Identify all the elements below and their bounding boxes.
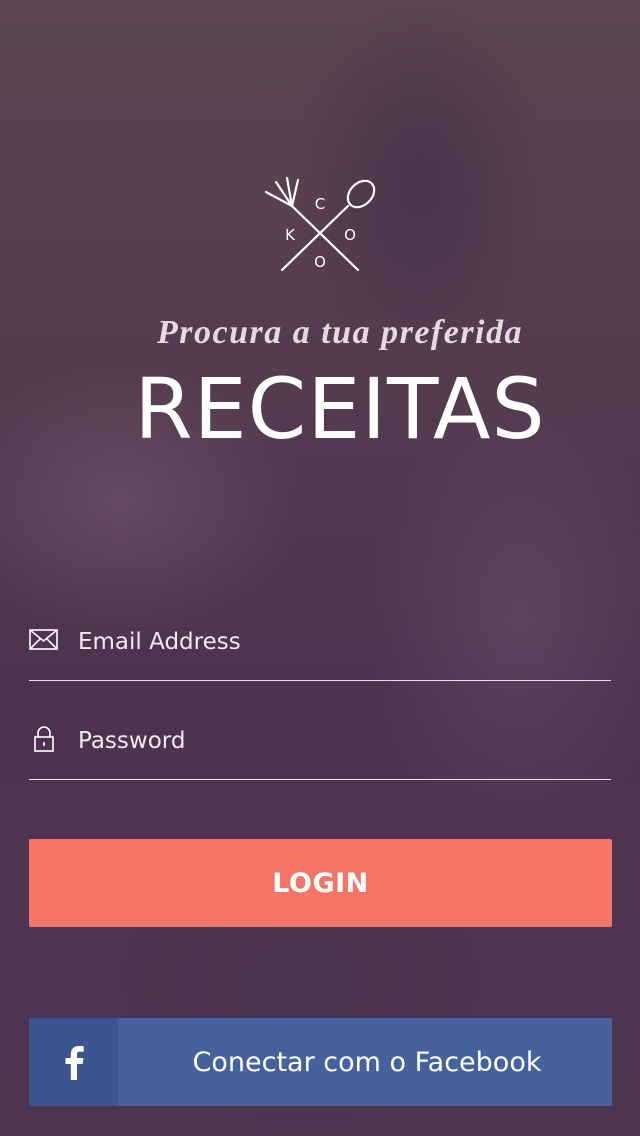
- lock-icon: [29, 725, 59, 753]
- password-field: [29, 681, 611, 780]
- email-field: [29, 582, 611, 681]
- logo-letter-c: C: [315, 195, 325, 213]
- background-image: [0, 0, 640, 1136]
- logo-letter-o-bottom: O: [314, 253, 326, 271]
- login-button[interactable]: LOGIN: [29, 839, 612, 927]
- envelope-icon: [29, 629, 59, 657]
- fork-spoon-logo-icon: C K O O: [264, 176, 376, 272]
- page-title: RECEITAS: [134, 360, 546, 458]
- login-button-label: LOGIN: [272, 867, 369, 899]
- tagline: Procura a tua preferida: [157, 314, 523, 351]
- facebook-icon: [65, 1046, 84, 1080]
- logo-letter-o-right: O: [344, 226, 356, 244]
- facebook-connect-button[interactable]: Conectar com o Facebook: [29, 1018, 612, 1106]
- facebook-button-label: Conectar com o Facebook: [192, 1046, 542, 1078]
- facebook-icon-box: [29, 1018, 118, 1106]
- password-input[interactable]: [78, 723, 611, 759]
- brand-logo: C K O O: [262, 176, 378, 276]
- email-input[interactable]: [78, 624, 611, 660]
- logo-letter-k: K: [285, 226, 296, 244]
